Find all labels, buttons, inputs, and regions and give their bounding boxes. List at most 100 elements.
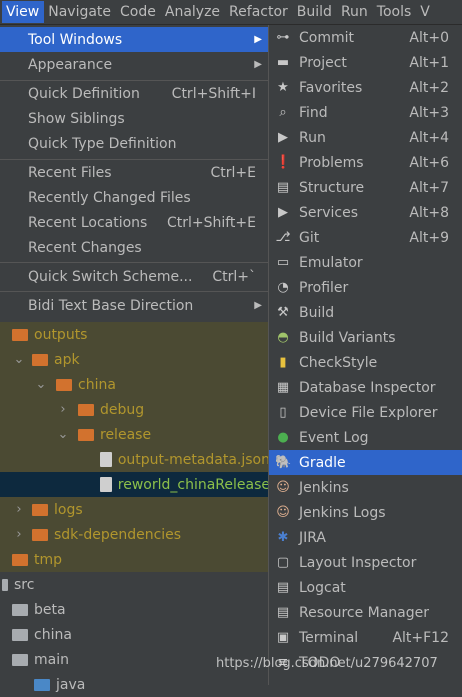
folder-icon [78,403,94,416]
tool-window-item-terminal[interactable]: ▣ Terminal Alt+F12 [269,625,462,650]
resource-manager-icon: ▤ [276,604,290,620]
tree-row[interactable]: › debug [0,397,270,422]
menu-item-bidi-text-base-direction[interactable]: Bidi Text Base Direction ▶ [0,293,268,318]
jenkins-icon: ☺ [276,479,290,495]
event-log-icon: ● [277,429,289,445]
tool-window-item-resource-manager[interactable]: ▤ Resource Manager [269,600,462,625]
device-icon: ▯ [279,404,287,420]
menu-item-recently-changed-files[interactable]: Recently Changed Files [0,185,268,210]
folder-icon [32,503,48,516]
jenkins-logs-icon: ☺ [276,504,290,520]
tool-window-item-profiler[interactable]: ◔ Profiler [269,275,462,300]
tool-window-item-services[interactable]: ▶ Services Alt+8 [269,200,462,225]
menu-item-quick-definition[interactable]: Quick Definition Ctrl+Shift+I [0,81,268,106]
android-icon: ◓ [277,329,289,345]
tool-window-item-build-variants[interactable]: ◓ Build Variants [269,325,462,350]
tool-window-item-layout-inspector[interactable]: ▢ Layout Inspector [269,550,462,575]
tool-window-item-project[interactable]: ▬ Project Alt+1 [269,50,462,75]
tool-window-item-event-log[interactable]: ● Event Log [269,425,462,450]
tree-row[interactable]: › logs [0,497,270,522]
tool-window-item-git[interactable]: ⎇ Git Alt+9 [269,225,462,250]
menu-view[interactable]: View [2,1,45,23]
tree-row[interactable]: src [0,572,270,597]
tree-row[interactable]: › sdk-dependencies [0,522,270,547]
menu-item-quick-type-definition[interactable]: Quick Type Definition [0,131,268,156]
folder-icon [32,528,48,541]
tool-window-item-database-inspector[interactable]: ▦ Database Inspector [269,375,462,400]
menu-item-recent-locations[interactable]: Recent Locations Ctrl+Shift+E [0,210,268,235]
layout-inspector-icon: ▢ [276,554,290,570]
menu-separator [0,262,268,263]
tree-row[interactable]: china [0,622,270,647]
tree-row[interactable]: beta [0,597,270,622]
services-icon: ▶ [278,204,288,220]
tool-window-item-device-file-explorer[interactable]: ▯ Device File Explorer [269,400,462,425]
tree-row[interactable]: outputs [0,322,270,347]
git-icon: ⎇ [275,229,291,245]
menu-item-tool-windows[interactable]: Tool Windows ▶ [0,27,268,52]
menu-refactor[interactable]: Refactor [225,1,293,23]
menu-run[interactable]: Run [337,1,373,23]
submenu-arrow-icon: ▶ [254,59,262,70]
folder-icon [2,578,8,591]
menu-code[interactable]: Code [116,1,161,23]
submenu-arrow-icon: ▶ [254,34,262,45]
folder-icon [78,428,94,441]
tool-window-item-find[interactable]: ⌕ Find Alt+3 [269,100,462,125]
tool-window-item-logcat[interactable]: ▤ Logcat [269,575,462,600]
menu-analyze[interactable]: Analyze [161,1,225,23]
tool-window-item-favorites[interactable]: ★ Favorites Alt+2 [269,75,462,100]
tree-row[interactable]: reworld_chinaRelease [0,472,270,497]
tool-window-item-commit[interactable]: ⊶ Commit Alt+0 [269,25,462,50]
tool-window-item-checkstyle[interactable]: ▮ CheckStyle [269,350,462,375]
submenu-arrow-icon: ▶ [254,300,262,311]
tool-window-item-build[interactable]: ⚒ Build [269,300,462,325]
menu-separator [0,291,268,292]
tool-window-item-gradle[interactable]: 🐘 Gradle [269,450,462,475]
tree-row[interactable]: ⌄ release [0,422,270,447]
menu-build[interactable]: Build [293,1,337,23]
tool-windows-submenu: ⊶ Commit Alt+0 ▬ Project Alt+1 ★ Favorites Alt+2… [268,25,462,685]
menu-item-quick-switch-scheme[interactable]: Quick Switch Scheme... Ctrl+` [0,264,268,289]
menu-item-appearance[interactable]: Appearance ▶ [0,52,268,77]
structure-icon: ▤ [276,179,290,195]
folder-icon [12,653,28,666]
menu-vcs[interactable]: V [416,1,435,23]
tool-window-item-jenkins[interactable]: ☺ Jenkins [269,475,462,500]
jira-icon: ✱ [277,529,289,545]
chevron-down-icon[interactable]: ⌄ [34,377,48,392]
tool-window-item-structure[interactable]: ▤ Structure Alt+7 [269,175,462,200]
chevron-down-icon[interactable]: ⌄ [12,352,26,367]
star-icon: ★ [277,79,289,95]
tool-window-item-jenkins-logs[interactable]: ☺ Jenkins Logs [269,500,462,525]
apk-file-icon [99,477,112,492]
tool-window-item-jira[interactable]: ✱ JIRA [269,525,462,550]
commit-icon: ⊶ [276,29,290,45]
folder-icon [32,353,48,366]
chevron-down-icon[interactable]: ⌄ [56,427,70,442]
tree-row[interactable]: ⌄ apk [0,347,270,372]
tool-window-item-emulator[interactable]: ▭ Emulator [269,250,462,275]
chevron-right-icon[interactable]: › [12,502,26,517]
chevron-right-icon[interactable]: › [56,402,70,417]
tree-row[interactable]: tmp [0,547,270,572]
profiler-icon: ◔ [277,279,289,295]
json-file-icon [99,452,112,467]
folder-icon [12,328,28,341]
gradle-icon: 🐘 [275,454,292,470]
tree-row[interactable]: ⌄ china [0,372,270,397]
menu-item-recent-files[interactable]: Recent Files Ctrl+E [0,160,268,185]
logcat-icon: ▤ [276,579,290,595]
menu-item-show-siblings[interactable]: Show Siblings [0,106,268,131]
project-tree: outputs ⌄ apk ⌄ china › debug ⌄ release … [0,322,270,693]
watermark-text: https://blog.csdn.net/u279642707 [216,656,438,671]
tree-row[interactable]: output-metadata.json [0,447,270,472]
chevron-right-icon[interactable]: › [12,527,26,542]
menu-item-recent-changes[interactable]: Recent Changes [0,235,268,260]
search-icon: ⌕ [279,104,287,120]
tool-window-item-run[interactable]: ▶ Run Alt+4 [269,125,462,150]
tool-window-item-problems[interactable]: ❗ Problems Alt+6 [269,150,462,175]
folder-icon [12,603,28,616]
menu-tools[interactable]: Tools [373,1,417,23]
menu-navigate[interactable]: Navigate [44,1,116,23]
